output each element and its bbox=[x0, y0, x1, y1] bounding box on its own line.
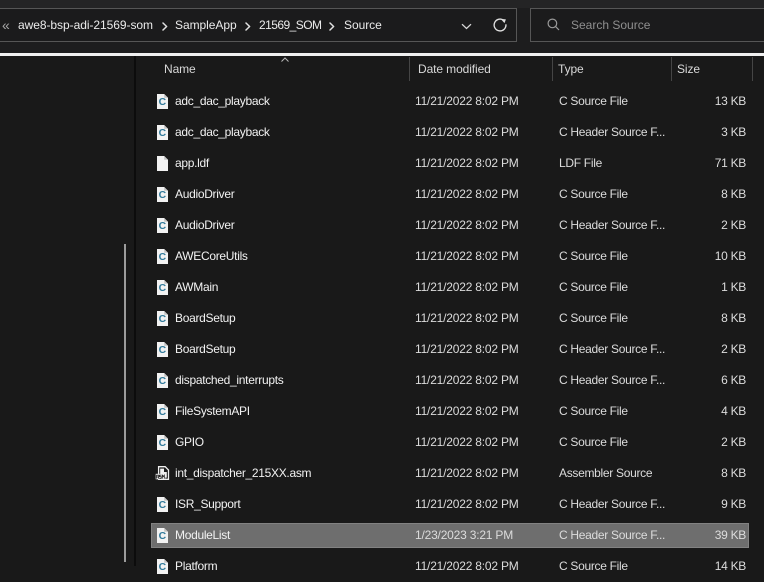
svg-text:C: C bbox=[159, 530, 167, 541]
svg-text:C: C bbox=[159, 127, 167, 138]
svg-text:C: C bbox=[159, 561, 167, 572]
svg-text:C: C bbox=[159, 96, 167, 107]
svg-text:C: C bbox=[159, 189, 167, 200]
svg-text:C: C bbox=[159, 437, 167, 448]
svg-text:C: C bbox=[159, 282, 167, 293]
svg-text:C: C bbox=[159, 406, 167, 417]
svg-text:C: C bbox=[159, 344, 167, 355]
svg-text:C: C bbox=[159, 220, 167, 231]
svg-text:C: C bbox=[159, 499, 167, 510]
svg-text:C: C bbox=[159, 375, 167, 386]
svg-text:C: C bbox=[159, 313, 167, 324]
svg-text:C: C bbox=[159, 251, 167, 262]
